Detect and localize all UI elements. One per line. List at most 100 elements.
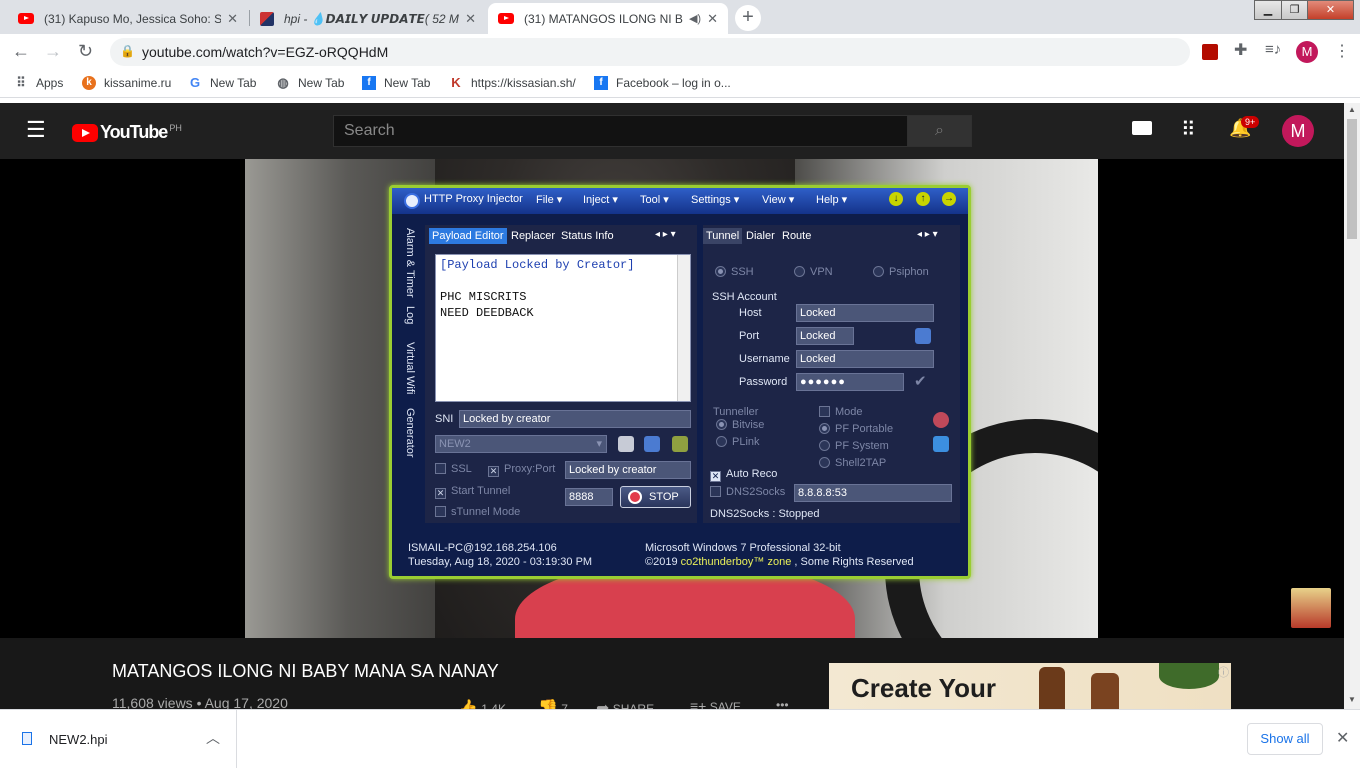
tab-hpi[interactable]: hpi - 💧𝘿𝘼𝙄𝙇𝙔 𝙐𝙋𝘿𝘼𝙏𝙀( 52 MB) ✕ <box>250 3 486 34</box>
search-input[interactable]: Search <box>333 115 908 147</box>
channel-watermark[interactable] <box>1291 588 1331 628</box>
profile-dropdown[interactable]: NEW2 ▾ <box>435 435 607 453</box>
close-downloads-icon[interactable]: ✕ <box>1336 728 1349 748</box>
close-tab-icon[interactable]: ✕ <box>465 11 476 27</box>
scroll-thumb[interactable] <box>1347 119 1357 239</box>
show-all-button[interactable]: Show all <box>1247 723 1323 755</box>
menu-view[interactable]: View ▾ <box>762 193 794 206</box>
tab-replacer[interactable]: Replacer <box>508 228 558 244</box>
menu-file[interactable]: File ▾ <box>536 193 562 206</box>
tab-payload-editor[interactable]: Payload Editor <box>429 228 507 244</box>
ssh-port-field[interactable]: Locked <box>796 327 854 345</box>
close-tab-icon[interactable]: ✕ <box>227 11 238 27</box>
bookmark-new-tab-facebook[interactable]: f New Tab <box>362 76 430 90</box>
checkmark-icon[interactable]: ✔ <box>914 372 927 390</box>
dns2socks-checkbox[interactable]: DNS2Socks <box>710 486 785 498</box>
reload-icon[interactable]: ↻ <box>78 41 93 62</box>
page-scrollbar[interactable]: ▲ ▼ <box>1344 103 1360 709</box>
back-icon[interactable]: ← <box>12 41 30 62</box>
url-text[interactable]: youtube.com/watch?v=EGZ-oRQQHdM <box>142 44 388 60</box>
tab-dialer[interactable]: Dialer <box>743 228 778 244</box>
tab-scroll-arrows-icon[interactable]: ◂ ▸ ▾ <box>655 229 676 240</box>
auto-reco-checkbox[interactable]: ✕ Auto Reco <box>710 468 777 482</box>
youtube-logo[interactable]: YouTube PH <box>72 122 182 143</box>
bookmark-new-tab-globe[interactable]: ◍ New Tab <box>276 76 344 91</box>
mode-psiphon-radio[interactable]: Psiphon <box>873 266 929 278</box>
proxy-field[interactable]: Locked by creator <box>565 461 691 479</box>
password-field[interactable]: ●●●●●● <box>796 373 904 391</box>
close-window-button[interactable]: ✕ <box>1307 0 1354 20</box>
ad-banner[interactable]: Create Your <box>829 663 1231 709</box>
address-bar[interactable]: 🔒 youtube.com/watch?v=EGZ-oRQQHdM <box>110 38 1190 66</box>
refresh-icon[interactable] <box>933 436 949 452</box>
tunneller-bitvise-radio[interactable]: Bitvise <box>716 419 764 431</box>
save-icon[interactable] <box>644 436 660 452</box>
mode-ssh-radio[interactable]: SSH <box>715 266 754 278</box>
tab-matangos[interactable]: (31) MATANGOS ILONG NI B ◀) ✕ <box>488 3 728 34</box>
minimize-button[interactable]: ▁ <box>1254 0 1282 20</box>
ssl-checkbox[interactable]: SSL <box>435 463 472 475</box>
stop-button[interactable]: STOP <box>620 486 691 508</box>
profile-avatar[interactable]: M <box>1296 41 1318 63</box>
download-item[interactable]: NEW2.hpi ︿ <box>0 710 237 768</box>
proxy-port-checkbox[interactable]: ✕ Proxy:Port <box>488 463 555 477</box>
media-control-icon[interactable]: ≡♪ <box>1265 41 1281 58</box>
minimize-arrow-icon[interactable]: ↓ <box>889 192 903 206</box>
stunnel-mode-checkbox[interactable]: sTunnel Mode <box>435 506 520 518</box>
host-field[interactable]: Locked <box>796 304 934 322</box>
dns-field[interactable]: 8.8.8.8:53 <box>794 484 952 502</box>
menu-help[interactable]: Help ▾ <box>816 193 847 206</box>
browser-menu-icon[interactable]: ⋮ <box>1334 41 1350 61</box>
bookmark-kissanime[interactable]: k kissanime.ru <box>82 76 171 90</box>
menu-settings[interactable]: Settings ▾ <box>691 193 739 206</box>
search-button[interactable]: ⌕ <box>907 115 972 147</box>
tab-scroll-arrows-icon[interactable]: ◂ ▸ ▾ <box>917 229 938 240</box>
side-tab-alarm[interactable]: Alarm & Timer <box>404 228 416 298</box>
scroll-down-icon[interactable]: ▼ <box>1348 695 1356 704</box>
forward-icon[interactable]: → <box>44 41 62 62</box>
bookmark-kissasian[interactable]: K https://kissasian.sh/ <box>449 76 575 91</box>
side-tab-log[interactable]: Log <box>404 306 416 324</box>
new-tab-button[interactable]: + <box>735 5 761 31</box>
tab-kapuso[interactable]: (31) Kapuso Mo, Jessica Soho: SE ✕ <box>8 3 248 34</box>
maximize-arrow-icon[interactable]: ↑ <box>916 192 930 206</box>
port-field[interactable]: 8888 <box>565 488 613 506</box>
new-file-icon[interactable] <box>618 436 634 452</box>
payload-scrollbar[interactable] <box>677 255 690 401</box>
bookmark-new-tab-google[interactable]: G New Tab <box>188 76 257 91</box>
ad-info-icon[interactable]: ⓘ <box>1218 664 1229 680</box>
tab-status-info[interactable]: Status Info <box>558 228 617 244</box>
menu-inject[interactable]: Inject ▾ <box>583 193 618 206</box>
tab-route[interactable]: Route <box>779 228 814 244</box>
start-tunnel-checkbox[interactable]: ✕ Start Tunnel <box>435 485 510 499</box>
hamburger-menu-icon[interactable]: ☰ <box>26 117 46 143</box>
close-arrow-icon[interactable]: → <box>942 192 956 206</box>
generate-icon[interactable] <box>672 436 688 452</box>
bookmark-apps[interactable]: ⠿ Apps <box>14 76 63 91</box>
scroll-up-icon[interactable]: ▲ <box>1348 105 1356 114</box>
maximize-button[interactable]: ❐ <box>1281 0 1308 20</box>
side-tab-virtual-wifi[interactable]: Virtual Wifi <box>404 342 416 394</box>
apps-grid-icon[interactable]: ⠿ <box>1181 117 1196 142</box>
side-tab-generator[interactable]: Generator <box>404 408 416 458</box>
pdf-extension-icon[interactable] <box>1202 44 1218 60</box>
create-video-icon[interactable] <box>1132 121 1152 135</box>
payload-editor-textarea[interactable]: [Payload Locked by Creator] PHC MISCRITS… <box>435 254 691 402</box>
account-avatar[interactable]: M <box>1282 115 1314 147</box>
username-field[interactable]: Locked <box>796 350 934 368</box>
puzzle-extension-icon[interactable]: ✚ <box>1234 40 1247 60</box>
mode-pf-portable-radio[interactable]: PF Portable <box>819 423 893 435</box>
save-icon[interactable] <box>915 328 931 344</box>
menu-tool[interactable]: Tool ▾ <box>640 193 669 206</box>
close-tab-icon[interactable]: ✕ <box>707 11 718 27</box>
tab-tunnel[interactable]: Tunnel <box>703 228 743 244</box>
chevron-up-icon[interactable]: ︿ <box>206 728 220 748</box>
mode-vpn-radio[interactable]: VPN <box>794 266 833 278</box>
bookmark-facebook-login[interactable]: f Facebook – log in o... <box>594 76 731 90</box>
mode-pf-system-radio[interactable]: PF System <box>819 440 889 452</box>
mode-shell2tap-radio[interactable]: Shell2TAP <box>819 457 886 469</box>
tunneller-plink-radio[interactable]: PLink <box>716 436 760 448</box>
sni-field[interactable]: Locked by creator <box>459 410 691 428</box>
mode-checkbox[interactable]: Mode <box>819 406 863 418</box>
stop-service-icon[interactable] <box>933 412 949 428</box>
